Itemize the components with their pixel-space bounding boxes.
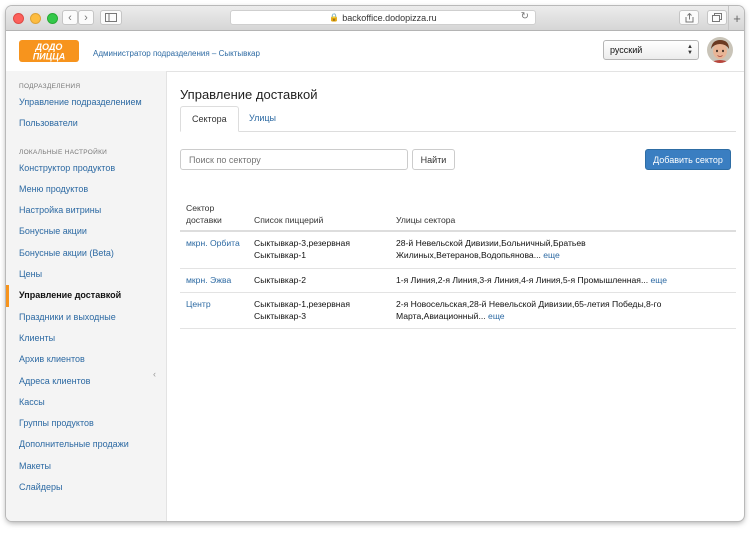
col-pizzerias-header: Список пиццерий (248, 202, 390, 232)
add-sector-button[interactable]: Добавить сектор (645, 149, 731, 170)
streets-text: 1-я Линия,2-я Линия,3-я Линия,4-я Линия,… (396, 274, 649, 285)
sidebar-item[interactable]: Праздники и выходные (6, 307, 166, 328)
table-row: Центр Сыктывкар-1,резервная Сыктывкар-3 2-я… (180, 292, 736, 330)
pizzerias-cell: Сыктывкар-1,резервная Сыктывкар-3 (248, 292, 390, 330)
dodo-pizza-logo[interactable]: ДОДО ПИЦЦА (18, 39, 80, 63)
sidebar-item[interactable]: Бонусные акции (6, 221, 166, 242)
pizzerias-cell: Сыктывкар-2 (248, 268, 390, 293)
minimize-window-button[interactable] (30, 13, 41, 24)
sidebar-section-title: ПОДРАЗДЕЛЕНИЯ (19, 83, 81, 90)
sidebar-item[interactable]: Конструктор продуктов (6, 158, 166, 179)
plus-icon: + (733, 10, 741, 26)
pizzeria-name: Сыктывкар-3,резервная (254, 238, 350, 248)
svg-text:ДОДО: ДОДО (35, 42, 63, 52)
sidebar-item[interactable]: Настройка витрины (6, 200, 166, 221)
sector-cell: мкрн. Эжва (180, 268, 248, 293)
sidebar-item[interactable]: Управление доставкой (6, 285, 166, 307)
streets-cell: 2-я Новосельская,28-й Невельской Дивизии… (390, 292, 736, 330)
browser-toolbar: ‹ › 🔒 backoffice.dodopizza.ru ↻ + (6, 6, 744, 31)
pizzerias-cell: Сыктывкар-3,резервная Сыктывкар-1 (248, 231, 390, 269)
main-content: Управление доставкой Сектора Улицы Найти… (176, 71, 736, 521)
sector-link[interactable]: мкрн. Орбита (186, 238, 240, 248)
forward-button[interactable]: › (78, 10, 94, 25)
col-streets-header: Улицы сектора (390, 202, 736, 232)
select-arrows-icon: ▲ ▼ (687, 44, 693, 56)
lock-icon: 🔒 (329, 13, 340, 22)
back-button[interactable]: ‹ (62, 10, 78, 25)
unit-admin-title[interactable]: Администратор подразделения – Сыктывкар (93, 49, 260, 58)
sector-link[interactable]: мкрн. Эжва (186, 275, 231, 285)
address-url: backoffice.dodopizza.ru (342, 12, 437, 23)
sectors-table: Сектор доставки Список пиццерий Улицы се… (180, 202, 736, 330)
sector-cell: мкрн. Орбита (180, 231, 248, 269)
page-title: Управление доставкой (180, 87, 318, 102)
col-sector-line1: Сектор (186, 203, 215, 213)
sidebar-item[interactable]: Кассы (6, 392, 166, 413)
tab-bar: Сектора Улицы (180, 106, 736, 132)
sidebar-item[interactable]: Макеты (6, 456, 166, 477)
sidebar: ПОДРАЗДЕЛЕНИЯ Управление подразделением По… (6, 71, 167, 521)
collapse-sidebar-icon[interactable]: ‹ (153, 369, 156, 379)
col-sector-header: Сектор доставки (180, 202, 248, 232)
sidebar-item[interactable]: Слайдеры (6, 477, 166, 498)
sector-link[interactable]: Центр (186, 299, 211, 309)
table-header-row: Сектор доставки Список пиццерий Улицы се… (180, 202, 736, 232)
svg-text:ПИЦЦА: ПИЦЦА (33, 52, 66, 62)
close-window-button[interactable] (13, 13, 24, 24)
tabs-overview-button[interactable] (707, 10, 727, 25)
more-link[interactable]: еще (543, 250, 560, 260)
chevron-right-icon: › (84, 11, 88, 24)
zoom-window-button[interactable] (47, 13, 58, 24)
pizzeria-name: Сыктывкар-2 (254, 274, 307, 285)
sidebar-item[interactable]: Цены (6, 264, 166, 285)
sector-search-input[interactable] (180, 149, 408, 170)
pizzeria-name: Сыктывкар-1,резервная (254, 298, 350, 309)
tab-streets[interactable]: Улицы (238, 106, 287, 131)
sidebar-item[interactable]: Адреса клиентов (6, 371, 166, 392)
reload-icon[interactable]: ↻ (521, 11, 529, 22)
share-button[interactable] (679, 10, 699, 25)
browser-window: ‹ › 🔒 backoffice.dodopizza.ru ↻ + ДОДО П… (6, 6, 744, 521)
streets-text: 2-я Новосельская,28-й Невельской Дивизии… (396, 298, 662, 322)
sector-cell: Центр (180, 292, 248, 330)
col-sector-line2: доставки (186, 215, 222, 225)
more-link[interactable]: еще (488, 311, 505, 321)
new-tab-button[interactable]: + (728, 6, 744, 30)
sidebar-item[interactable]: Бонусные акции (Beta) (6, 243, 166, 264)
streets-cell: 28-й Невельской Дивизии,Больничный,Брать… (390, 231, 736, 269)
chevron-left-icon: ‹ (68, 11, 72, 24)
language-select[interactable]: русский ▲ ▼ (603, 40, 699, 60)
streets-cell: 1-я Линия,2-я Линия,3-я Линия,4-я Линия,… (390, 268, 736, 293)
tabs-icon (712, 13, 722, 22)
sidebar-toggle-button[interactable] (100, 10, 122, 25)
sidebar-section-title: ЛОКАЛЬНЫЕ НАСТРОЙКИ (19, 148, 108, 156)
sidebar-item[interactable]: Группы продуктов (6, 413, 166, 434)
sidebar-item[interactable]: Управление подразделением (6, 92, 166, 113)
sidebar-item[interactable]: Пользователи (6, 113, 166, 134)
site-header: ДОДО ПИЦЦА Администратор подразделения –… (6, 31, 744, 72)
sidebar-item[interactable]: Клиенты (6, 328, 166, 349)
language-value: русский (610, 45, 643, 55)
more-link[interactable]: еще (651, 275, 668, 285)
window-controls (13, 13, 58, 24)
find-button[interactable]: Найти (412, 149, 455, 170)
share-icon (685, 12, 693, 22)
pizzeria-name: Сыктывкар-1 (254, 250, 307, 261)
sidebar-item[interactable]: Архив клиентов (6, 349, 166, 370)
sidebar-icon (105, 13, 117, 22)
pizzeria-name: Сыктывкар-3 (254, 311, 307, 322)
sidebar-item[interactable]: Меню продуктов (6, 179, 166, 200)
address-bar[interactable]: 🔒 backoffice.dodopizza.ru ↻ (230, 10, 536, 25)
table-row: мкрн. Эжва Сыктывкар-2 1-я Линия,2-я Линия… (180, 268, 736, 293)
tab-sectors[interactable]: Сектора (180, 106, 239, 132)
user-avatar[interactable] (707, 37, 733, 63)
sidebar-item[interactable]: Дополнительные продажи (6, 434, 166, 455)
table-row: мкрн. Орбита Сыктывкар-3,резервная Сыктывк… (180, 231, 736, 269)
